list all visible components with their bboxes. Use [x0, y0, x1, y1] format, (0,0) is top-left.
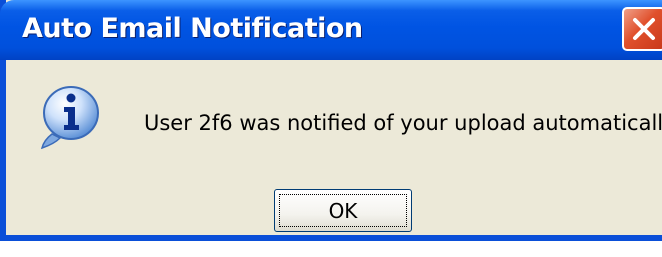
ok-button[interactable]: OK	[274, 189, 412, 232]
close-icon	[633, 18, 655, 40]
info-icon	[40, 86, 99, 150]
ok-button-label: OK	[328, 199, 358, 223]
notification-message: User 2f6 was notified of your upload aut…	[144, 111, 662, 135]
title-bar[interactable]: Auto Email Notification	[0, 0, 662, 60]
close-button[interactable]	[622, 7, 662, 51]
notification-dialog: Auto Email Notification User 2f6 was not…	[0, 0, 662, 241]
window-title: Auto Email Notification	[22, 13, 363, 44]
